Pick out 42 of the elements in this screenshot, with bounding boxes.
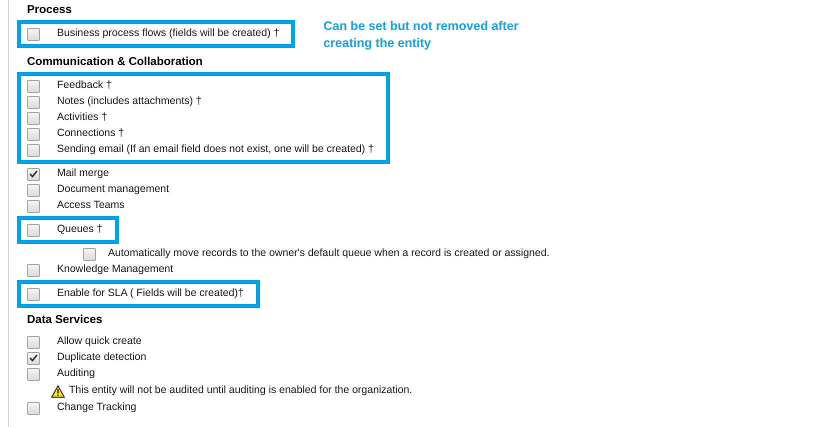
option-label: Access Teams — [57, 198, 124, 214]
checkbox[interactable] — [27, 402, 40, 414]
option-label: Queues † — [57, 222, 103, 238]
option-label: Sending email (If an email field does not exist, one will be created) † — [57, 142, 374, 158]
warning-text: This entity will not be audited until auditing is enabled for the organization. — [69, 383, 412, 398]
option-label: Change Tracking — [57, 400, 136, 416]
option-label: Duplicate detection — [57, 350, 146, 366]
checkbox[interactable] — [27, 264, 40, 276]
checkbox[interactable] — [27, 288, 40, 300]
option-label: Feedback † — [57, 78, 112, 94]
section-title: Communication & Collaboration — [27, 55, 204, 70]
checkbox[interactable] — [83, 248, 96, 260]
option-label: Document management — [57, 182, 170, 198]
option-label: Knowledge Management — [57, 262, 174, 278]
checkbox[interactable] — [27, 224, 40, 236]
option-label: Business process flows (fields will be created) † — [57, 26, 280, 42]
checkbox[interactable] — [27, 336, 40, 348]
option-label: Allow quick create — [57, 334, 142, 350]
checkbox[interactable] — [27, 368, 40, 380]
option-label: Notes (includes attachments) † — [57, 94, 202, 110]
checkbox[interactable] — [27, 352, 40, 364]
annotation-text: Can be set but not removed after creating the entity — [323, 18, 520, 52]
section-title: Data Services — [27, 313, 104, 328]
warning-icon — [51, 384, 65, 398]
option-label: Auditing — [57, 366, 95, 382]
checkmark-icon — [29, 354, 38, 362]
checkbox[interactable] — [27, 80, 40, 92]
option-label: Automatically move records to the owner's default queue when a record is created or assigned. — [108, 246, 550, 262]
checkbox[interactable] — [27, 112, 40, 124]
section-title: Process — [27, 3, 73, 18]
option-label: Enable for SLA ( Fields will be created)† — [57, 286, 244, 302]
option-label: Connections † — [57, 126, 124, 142]
checkbox[interactable] — [27, 168, 40, 180]
option-label: Activities † — [57, 110, 108, 126]
checkbox[interactable] — [27, 184, 40, 196]
checkbox[interactable] — [27, 28, 40, 40]
checkbox[interactable] — [27, 96, 40, 108]
checkbox[interactable] — [27, 128, 40, 140]
checkbox[interactable] — [27, 200, 40, 212]
checkbox[interactable] — [27, 144, 40, 156]
checkmark-icon — [29, 170, 38, 178]
option-label: Mail merge — [57, 166, 109, 182]
